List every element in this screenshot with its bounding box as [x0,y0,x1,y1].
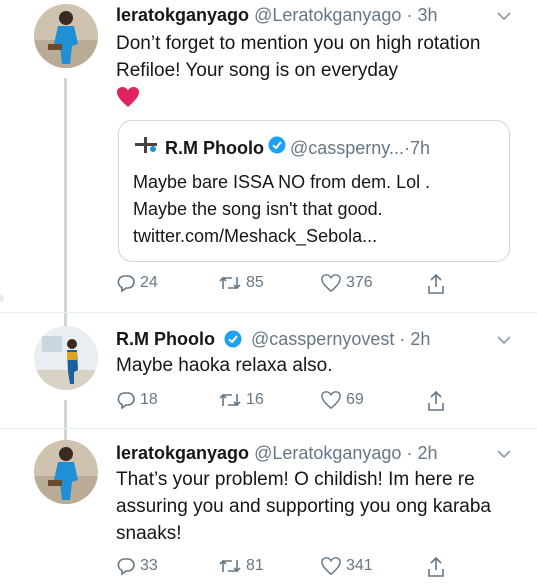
quoted-author-handle: @cassperny... [289,137,404,158]
like-button[interactable]: 341 [320,556,373,576]
like-count: 376 [346,274,373,291]
timestamp[interactable]: 2h [410,329,430,349]
retweet-button[interactable]: 81 [218,556,264,576]
like-count: 69 [346,391,364,408]
verified-icon [224,330,242,353]
reply-count: 33 [140,557,158,574]
author-handle[interactable]: @Leratokganyago [254,443,401,463]
tweet-actions: 18 16 69 [116,390,516,418]
chevron-down-icon[interactable] [497,8,511,26]
author-name[interactable]: R.M Phoolo [116,329,215,349]
reply-count: 18 [140,391,158,408]
retweet-button[interactable]: 16 [218,390,264,410]
reply-button[interactable]: 24 [116,273,158,293]
reply-button[interactable]: 18 [116,390,158,410]
quoted-text-line: Maybe the song isn't that good. [133,199,383,219]
tweet-text: Don’t forget to mention you on high rota… [116,33,481,81]
retweet-count: 81 [246,557,264,574]
author-name[interactable]: leratokganyago [116,443,249,463]
like-icon [321,557,341,576]
verified-icon [268,136,286,159]
tweet-text: That’s your problem! O childish! Im here… [116,469,491,544]
share-icon [428,390,444,411]
avatar[interactable] [34,440,98,504]
share-icon [428,273,444,294]
heart-emoji [116,86,140,113]
retweet-icon [219,276,241,290]
like-icon [321,391,341,410]
avatar[interactable] [34,4,98,68]
author-handle[interactable]: @cassperny­ovest [251,329,394,349]
author-handle[interactable]: @Leratokganyago [254,5,401,25]
timestamp[interactable]: 2h [417,443,437,463]
avatar[interactable] [34,326,98,390]
timestamp[interactable]: 3h [417,5,437,25]
reply-button[interactable]: 33 [116,556,158,576]
thread-line-2 [64,400,67,440]
quoted-text-line: Maybe bare ISSA NO from dem. Lol . [133,172,431,192]
share-icon [428,556,444,577]
divider [0,428,537,429]
reply-count: 24 [140,274,158,291]
quoted-author-name: R.M Phoolo [165,137,264,158]
like-button[interactable]: 376 [320,273,373,293]
share-button[interactable] [426,556,446,578]
like-button[interactable]: 69 [320,390,364,410]
chevron-down-icon[interactable] [497,332,511,350]
reply-icon [117,275,135,293]
tweet-text: Maybe haoka relaxa also. [116,355,333,376]
retweet-count: 16 [246,391,264,408]
divider [0,312,537,313]
quoted-link[interactable]: twitter.com/Meshack_Sebola... [133,223,503,250]
quoted-tweet[interactable]: R.M Phoolo @cassperny... · 7h Maybe bare… [118,120,510,262]
like-icon [321,274,341,293]
reply-icon [117,392,135,410]
share-button[interactable] [426,273,446,295]
quoted-timestamp: 7h [409,137,430,158]
retweet-icon [219,559,241,573]
tweet-actions: 33 81 341 [116,556,516,584]
quoted-avatar [133,135,159,160]
author-name[interactable]: leratokganyago [116,5,249,25]
share-button[interactable] [426,390,446,412]
scroll-indicator [0,290,6,302]
retweet-icon [219,393,241,407]
thread-line-1 [64,78,67,328]
chevron-down-icon[interactable] [497,446,511,464]
like-count: 341 [346,557,373,574]
retweet-count: 85 [246,274,264,291]
tweet-actions: 24 85 376 [116,273,516,301]
retweet-button[interactable]: 85 [218,273,264,293]
reply-icon [117,558,135,576]
